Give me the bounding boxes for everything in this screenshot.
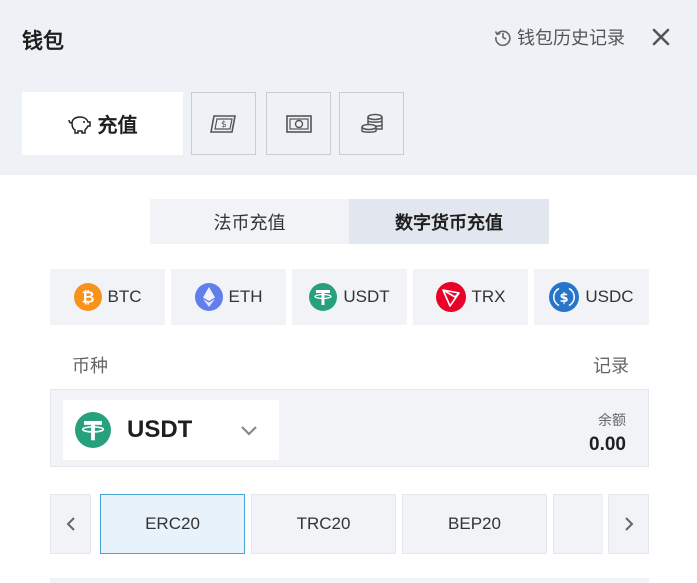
coin-usdc[interactable]: $ USDC [534,269,649,325]
history-icon [494,30,511,46]
coin-btc-label: BTC [107,287,142,306]
usdt-icon [309,283,338,311]
segment-fiat-deposit[interactable]: 法币充值 [150,199,349,244]
network-trc20[interactable]: TRC20 [251,494,396,554]
btc-icon: ₿ [73,283,102,311]
coin-trx[interactable]: TRX [413,269,528,325]
network-partial[interactable]: S [553,494,603,554]
balance-label: 余额 [598,412,626,428]
currency-select-panel: USDT 余额 0.00 [50,389,649,467]
cash-icon [285,114,312,133]
segment-crypto-deposit[interactable]: 数字货币充值 [349,199,549,244]
svg-text:₿: ₿ [81,288,94,307]
usdc-icon: $ [549,282,580,312]
coin-usdc-label: USDC [585,287,634,306]
tab-withdraw[interactable]: $ [191,92,256,155]
page-title: 钱包 [22,30,64,53]
coin-trx-label: TRX [471,287,506,306]
usdt-icon [75,412,111,448]
svg-text:$: $ [221,120,227,130]
tab-cash[interactable] [266,92,331,155]
tab-deposit[interactable]: 充值 [22,92,183,155]
balance-value: 0.00 [589,434,626,455]
tab-deposit-label: 充值 [97,115,138,137]
network-next-button[interactable] [608,494,649,554]
currency-label: 币种 [72,356,108,376]
currency-dropdown[interactable]: USDT [63,400,279,460]
records-link[interactable]: 记录 [593,352,629,378]
trx-icon [435,282,466,312]
coin-eth-label: ETH [228,287,263,306]
eth-icon [194,283,223,311]
wallet-history-link[interactable]: 钱包历史记录 [494,25,625,49]
network-prev-button[interactable] [50,494,91,554]
coin-usdt[interactable]: USDT [292,269,407,325]
network-erc20[interactable]: ERC20 [100,494,245,554]
selected-coin-name: USDT [127,416,193,443]
network-list: ERC20 TRC20 BEP20 S [100,494,603,554]
chevron-down-icon [241,426,257,436]
close-icon [652,28,670,46]
svg-text:$: $ [560,291,569,306]
coin-btc[interactable]: ₿ BTC [50,269,165,325]
withdraw-icon: $ [209,114,236,133]
tab-coins[interactable] [339,92,404,155]
wallet-history-label: 钱包历史记录 [517,28,625,48]
network-bep20[interactable]: BEP20 [402,494,547,554]
coin-eth[interactable]: ETH [171,269,286,325]
close-button[interactable] [648,25,674,49]
coin-usdt-label: USDT [343,287,390,306]
piggy-bank-icon [67,115,91,134]
next-section-edge [50,578,649,583]
coins-stack-icon [360,113,383,133]
chevron-right-icon [624,517,633,531]
chevron-left-icon [66,517,75,531]
